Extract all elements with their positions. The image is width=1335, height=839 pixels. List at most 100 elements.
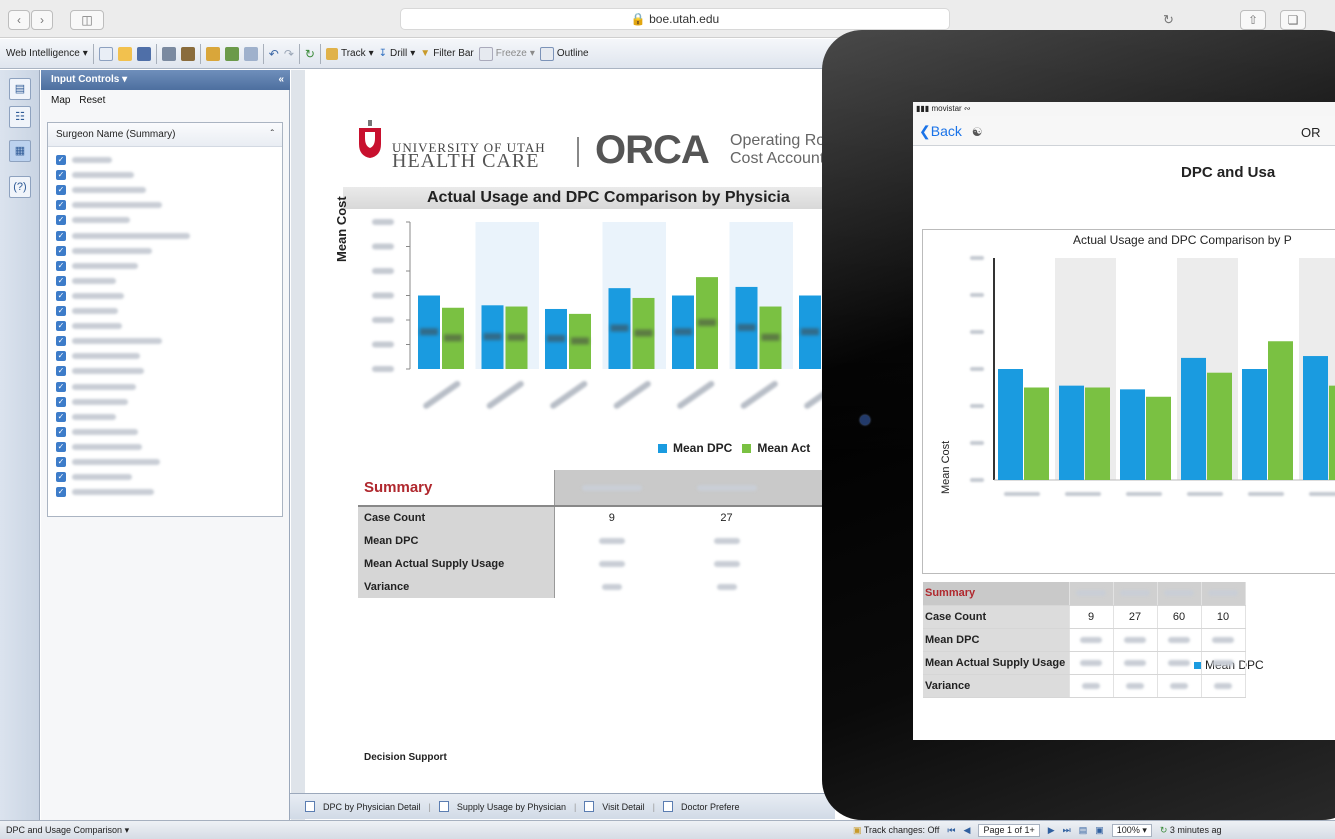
navigation-map-icon[interactable]: ☷: [9, 106, 31, 128]
collapse-up-icon[interactable]: ˆ: [271, 123, 274, 147]
surgeon-list-item[interactable]: ✓: [56, 198, 162, 212]
checkbox-checked-icon[interactable]: ✓: [56, 426, 66, 437]
checkbox-checked-icon[interactable]: ✓: [56, 260, 66, 271]
surgeon-list-item[interactable]: ✓: [56, 410, 116, 424]
surgeon-list-item[interactable]: ✓: [56, 380, 136, 394]
surgeon-list-item[interactable]: ✓: [56, 319, 122, 333]
surgeon-list-item[interactable]: ✓: [56, 364, 144, 378]
surgeon-list-item[interactable]: ✓: [56, 168, 134, 182]
checkbox-checked-icon[interactable]: ✓: [56, 170, 66, 181]
freeze-button[interactable]: Freeze ▾: [478, 46, 535, 61]
surgeon-list-item[interactable]: ✓: [56, 304, 118, 318]
redo-icon[interactable]: ↷: [284, 47, 294, 61]
checkbox-checked-icon[interactable]: ✓: [56, 321, 66, 332]
checkbox-checked-icon[interactable]: ✓: [56, 396, 66, 407]
track-data-icon[interactable]: [205, 46, 220, 61]
surgeon-list-item[interactable]: ✓: [56, 425, 138, 439]
checkbox-checked-icon[interactable]: ✓: [56, 336, 66, 347]
surgeon-list-item[interactable]: ✓: [56, 455, 160, 469]
previous-page-icon[interactable]: ◀: [964, 825, 971, 836]
checkbox-checked-icon[interactable]: ✓: [56, 487, 66, 498]
checkbox-checked-icon[interactable]: ✓: [56, 155, 66, 165]
checkbox-checked-icon[interactable]: ✓: [56, 411, 66, 422]
url-bar[interactable]: 🔒 boe.utah.edu: [400, 8, 950, 30]
find-icon[interactable]: [180, 46, 195, 61]
input-controls-header[interactable]: Input Controls ▾ «: [41, 70, 290, 90]
checkbox-checked-icon[interactable]: ✓: [56, 472, 66, 483]
surgeon-list-item[interactable]: ✓: [56, 485, 154, 499]
surgeon-list-item[interactable]: ✓: [56, 213, 130, 227]
checkbox-checked-icon[interactable]: ✓: [56, 185, 66, 196]
layers-icon[interactable]: ☯: [972, 125, 983, 139]
last-page-icon[interactable]: ⏭: [1063, 825, 1071, 836]
checkbox-checked-icon[interactable]: ✓: [56, 215, 66, 226]
track-changes-status[interactable]: ▣ Track changes: Off: [853, 825, 939, 836]
checkbox-checked-icon[interactable]: ✓: [56, 351, 66, 362]
map-link[interactable]: Map: [51, 95, 70, 106]
outline-button[interactable]: Outline: [539, 46, 589, 61]
row-label: Case Count: [923, 605, 1070, 629]
checkbox-checked-icon[interactable]: ✓: [56, 275, 66, 286]
back-arrow-icon[interactable]: ‹: [8, 10, 30, 30]
checkbox-checked-icon[interactable]: ✓: [56, 200, 66, 211]
track-button[interactable]: Track ▾: [325, 47, 374, 60]
tab-visit-detail[interactable]: Visit Detail: [602, 802, 644, 812]
input-controls-icon[interactable]: ▦: [9, 140, 31, 162]
surgeon-list-item[interactable]: ✓: [56, 395, 128, 409]
bar-mean-dpc: [998, 369, 1023, 480]
surgeon-list-item[interactable]: ✓: [56, 183, 146, 197]
print-icon[interactable]: [161, 46, 176, 61]
surgeon-list-item[interactable]: ✓: [56, 470, 132, 484]
blurred-surgeon-name: [72, 323, 122, 330]
drill-button[interactable]: ↧ Drill ▾: [379, 48, 416, 59]
new-document-icon[interactable]: [98, 46, 113, 61]
reset-link[interactable]: Reset: [79, 95, 105, 106]
page-indicator[interactable]: Page 1 of 1+: [978, 824, 1040, 837]
first-page-icon[interactable]: ⏮: [947, 825, 955, 836]
next-page-icon[interactable]: ▶: [1048, 825, 1055, 836]
refresh-icon[interactable]: ↻: [305, 47, 315, 61]
checkbox-checked-icon[interactable]: ✓: [56, 381, 66, 392]
active-report-selector[interactable]: DPC and Usage Comparison ▾: [6, 825, 129, 836]
tabs-icon[interactable]: ❏: [1280, 10, 1306, 30]
quick-display-icon[interactable]: ▤: [1079, 825, 1088, 836]
web-intelligence-menu[interactable]: Web Intelligence ▾: [6, 48, 88, 59]
surgeon-list-item[interactable]: ✓: [56, 153, 112, 167]
sidebar-toggle-icon[interactable]: ◫: [70, 10, 104, 30]
share-icon[interactable]: ⇧: [1240, 10, 1266, 30]
tab-dpc-by-physician-detail[interactable]: DPC by Physician Detail: [323, 802, 421, 812]
surgeon-filter-header[interactable]: Surgeon Name (Summary) ˆ: [48, 123, 282, 147]
export-icon[interactable]: [224, 46, 239, 61]
help-icon[interactable]: (?): [9, 176, 31, 198]
collapse-panel-icon[interactable]: «: [278, 70, 284, 90]
forward-arrow-icon[interactable]: ›: [31, 10, 53, 30]
document-summary-icon[interactable]: ▤: [9, 78, 31, 100]
surgeon-list-item[interactable]: ✓: [56, 440, 142, 454]
zoom-select[interactable]: 100% ▾: [1111, 824, 1152, 837]
open-folder-icon[interactable]: [117, 46, 132, 61]
checkbox-checked-icon[interactable]: ✓: [56, 245, 66, 256]
surgeon-list-item[interactable]: ✓: [56, 349, 140, 363]
checkbox-checked-icon[interactable]: ✓: [56, 306, 66, 316]
send-icon[interactable]: [243, 46, 258, 61]
surgeon-list-item[interactable]: ✓: [56, 259, 138, 273]
surgeon-list-item[interactable]: ✓: [56, 334, 162, 348]
surgeon-list-item[interactable]: ✓: [56, 274, 116, 288]
reload-icon[interactable]: ↻: [1163, 12, 1174, 28]
checkbox-checked-icon[interactable]: ✓: [56, 230, 66, 241]
tab-doctor-preference[interactable]: Doctor Prefere: [681, 802, 740, 812]
checkbox-checked-icon[interactable]: ✓: [56, 290, 66, 301]
surgeon-list-item[interactable]: ✓: [56, 289, 124, 303]
undo-icon[interactable]: ↶: [269, 47, 279, 61]
back-button[interactable]: ❮Back ☯: [919, 123, 983, 140]
checkbox-checked-icon[interactable]: ✓: [56, 441, 66, 452]
tab-supply-usage-by-physician[interactable]: Supply Usage by Physician: [457, 802, 566, 812]
surgeon-list-item[interactable]: ✓: [56, 229, 190, 243]
filter-bar-button[interactable]: ▼ Filter Bar: [420, 48, 473, 59]
save-icon[interactable]: [136, 46, 151, 61]
panel-splitter[interactable]: [291, 70, 305, 820]
checkbox-checked-icon[interactable]: ✓: [56, 457, 66, 467]
surgeon-list-item[interactable]: ✓: [56, 244, 152, 258]
page-mode-icon[interactable]: ▣: [1095, 825, 1104, 836]
checkbox-checked-icon[interactable]: ✓: [56, 366, 66, 377]
